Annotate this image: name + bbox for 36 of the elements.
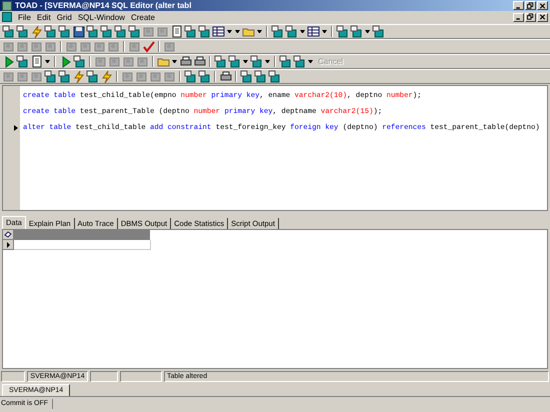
status-panel (120, 371, 162, 382)
printer-icon[interactable] (179, 55, 192, 68)
document-icon[interactable] (170, 25, 183, 38)
bolt-icon[interactable] (30, 25, 43, 38)
dropdown-arrow-icon[interactable] (45, 60, 50, 63)
window-title: TOAD - [SVERMA@NP14 SQL Editor (alter tabl (15, 1, 192, 10)
minimize-button[interactable] (513, 1, 524, 10)
status-panel (90, 371, 118, 382)
close-icon (538, 13, 547, 21)
printer-icon[interactable] (193, 55, 206, 68)
dropdown-arrow-icon[interactable] (257, 30, 262, 33)
menu-item[interactable]: SQL-Window (78, 12, 125, 22)
close-button[interactable] (537, 12, 548, 22)
grid-icon[interactable] (212, 25, 225, 38)
bolt-icon[interactable] (100, 70, 113, 83)
menu-item[interactable]: File (18, 12, 31, 22)
check-icon[interactable] (142, 40, 155, 53)
close-button[interactable] (537, 1, 548, 10)
dropdown-arrow-icon[interactable] (265, 60, 270, 63)
status-panel (1, 371, 25, 382)
row-pointer-icon (6, 242, 10, 248)
minimize-button[interactable] (513, 12, 524, 22)
menu-item[interactable]: Create (130, 12, 155, 22)
grid-icon[interactable] (307, 25, 320, 38)
restore-button[interactable] (525, 1, 536, 10)
dropdown-arrow-icon[interactable] (308, 60, 313, 63)
menu-item[interactable]: Edit (36, 12, 51, 22)
close-icon (538, 2, 547, 10)
printer-icon[interactable] (219, 70, 232, 83)
document-icon[interactable] (30, 55, 43, 68)
dropdown-arrow-icon[interactable] (322, 30, 327, 33)
bolt-icon[interactable] (72, 70, 85, 83)
restore-button[interactable] (525, 12, 536, 22)
app-icon (2, 0, 12, 10)
dropdown-arrow-icon[interactable] (172, 60, 177, 63)
menu-item[interactable]: Grid (56, 12, 72, 22)
